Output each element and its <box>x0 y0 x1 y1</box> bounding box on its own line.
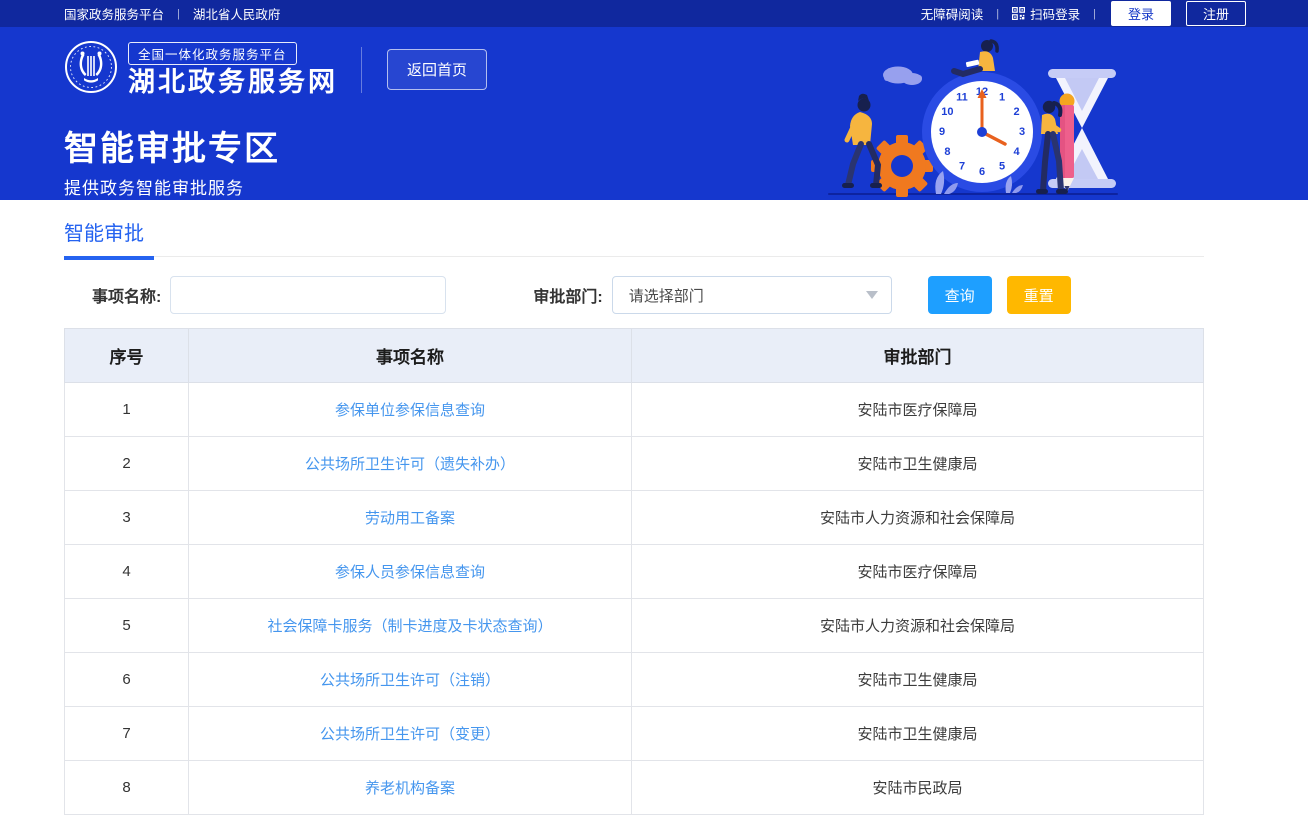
scan-login-link[interactable]: 扫码登录 <box>1030 4 1080 23</box>
register-button[interactable]: 注册 <box>1186 1 1246 26</box>
back-home-button[interactable]: 返回首页 <box>387 49 487 90</box>
row-department: 安陆市人力资源和社会保障局 <box>632 491 1204 545</box>
divider: | <box>1093 8 1096 20</box>
logo-text: 全国一体化政务服务平台 湖北政务服务网 <box>128 42 338 98</box>
item-link[interactable]: 公共场所卫生许可（注销） <box>320 672 500 689</box>
row-index: 4 <box>65 545 189 599</box>
svg-text:10: 10 <box>941 106 953 118</box>
svg-text:5: 5 <box>999 161 1005 173</box>
col-header-item-name: 事项名称 <box>189 329 632 383</box>
table-row: 3 劳动用工备案 安陆市人力资源和社会保障局 <box>65 491 1204 545</box>
table-row: 4 参保人员参保信息查询 安陆市医疗保障局 <box>65 545 1204 599</box>
row-index: 5 <box>65 599 189 653</box>
col-header-department: 审批部门 <box>632 329 1204 383</box>
row-department: 安陆市人力资源和社会保障局 <box>632 599 1204 653</box>
divider: | <box>996 8 999 20</box>
divider <box>361 47 362 93</box>
svg-text:4: 4 <box>1014 146 1021 158</box>
table-row: 8 养老机构备案 安陆市民政局 <box>65 761 1204 815</box>
topbar: 国家政务服务平台 | 湖北省人民政府 无障碍阅读 | <box>0 0 1308 27</box>
tab-bar: 智能审批 <box>64 200 1204 257</box>
item-link[interactable]: 公共场所卫生许可（遗失补办） <box>305 456 515 473</box>
sitting-person-shape <box>954 40 997 74</box>
topbar-link-hubei-gov[interactable]: 湖北省人民政府 <box>193 4 281 23</box>
platform-tag: 全国一体化政务服务平台 <box>128 42 297 65</box>
table-row: 1 参保单位参保信息查询 安陆市医疗保障局 <box>65 383 1204 437</box>
dept-select-value: 请选择部门 <box>629 285 704 306</box>
main-content: 智能审批 事项名称: 审批部门: 请选择部门 查询 重置 序号 事项名称 审批部… <box>64 200 1204 815</box>
svg-text:7: 7 <box>959 161 965 173</box>
site-emblem-icon <box>64 40 118 99</box>
login-button[interactable]: 登录 <box>1111 1 1171 26</box>
row-index: 2 <box>65 437 189 491</box>
col-header-index: 序号 <box>65 329 189 383</box>
dept-select[interactable]: 请选择部门 <box>612 276 892 314</box>
svg-text:9: 9 <box>939 126 945 138</box>
svg-text:8: 8 <box>944 146 950 158</box>
svg-text:11: 11 <box>956 91 968 103</box>
svg-text:6: 6 <box>979 166 985 178</box>
item-link[interactable]: 养老机构备案 <box>365 780 455 797</box>
walking-person-shape <box>842 94 882 188</box>
table-header-row: 序号 事项名称 审批部门 <box>65 329 1204 383</box>
item-name-label: 事项名称: <box>92 283 161 307</box>
item-name-input[interactable] <box>170 276 446 314</box>
qr-code-icon <box>1012 7 1025 20</box>
table-row: 6 公共场所卫生许可（注销） 安陆市卫生健康局 <box>65 653 1204 707</box>
svg-text:3: 3 <box>1019 126 1025 138</box>
table-row: 5 社会保障卡服务（制卡进度及卡状态查询） 安陆市人力资源和社会保障局 <box>65 599 1204 653</box>
item-link[interactable]: 社会保障卡服务（制卡进度及卡状态查询） <box>267 618 552 635</box>
item-link[interactable]: 公共场所卫生许可（变更） <box>320 726 500 743</box>
banner: 全国一体化政务服务平台 湖北政务服务网 返回首页 智能审批专区 提供政务智能审批… <box>0 27 1308 200</box>
row-department: 安陆市卫生健康局 <box>632 437 1204 491</box>
cloud-shape <box>883 67 922 86</box>
table-row: 2 公共场所卫生许可（遗失补办） 安陆市卫生健康局 <box>65 437 1204 491</box>
topbar-link-national-platform[interactable]: 国家政务服务平台 <box>64 4 164 23</box>
row-department: 安陆市医疗保障局 <box>632 383 1204 437</box>
topbar-left-links: 国家政务服务平台 | 湖北省人民政府 <box>64 4 280 23</box>
reset-button[interactable]: 重置 <box>1007 276 1071 314</box>
svg-text:1: 1 <box>999 91 1005 103</box>
row-index: 7 <box>65 707 189 761</box>
svg-text:2: 2 <box>1014 106 1020 118</box>
table-row: 7 公共场所卫生许可（变更） 安陆市卫生健康局 <box>65 707 1204 761</box>
row-department: 安陆市民政局 <box>632 761 1204 815</box>
item-link[interactable]: 劳动用工备案 <box>365 510 455 527</box>
row-index: 8 <box>65 761 189 815</box>
row-index: 3 <box>65 491 189 545</box>
item-link[interactable]: 参保单位参保信息查询 <box>335 402 485 419</box>
row-department: 安陆市医疗保障局 <box>632 545 1204 599</box>
row-index: 1 <box>65 383 189 437</box>
chevron-down-icon <box>866 291 878 299</box>
query-button[interactable]: 查询 <box>928 276 992 314</box>
banner-illustration: 121234567891011 <box>820 33 1120 199</box>
item-link[interactable]: 参保人员参保信息查询 <box>335 564 485 581</box>
topbar-right-links: 无障碍阅读 | 扫码登录 | <box>921 1 1246 26</box>
page-title: 智能审批专区 <box>64 121 280 170</box>
tab-smart-approval[interactable]: 智能审批 <box>64 217 154 260</box>
page-subtitle: 提供政务智能审批服务 <box>64 174 244 199</box>
row-department: 安陆市卫生健康局 <box>632 707 1204 761</box>
approval-items-table: 序号 事项名称 审批部门 1 参保单位参保信息查询 安陆市医疗保障局 2 公共场… <box>64 328 1204 815</box>
site-name: 湖北政务服务网 <box>128 68 338 98</box>
search-form: 事项名称: 审批部门: 请选择部门 查询 重置 <box>64 275 1204 315</box>
site-logo: 全国一体化政务服务平台 湖北政务服务网 返回首页 <box>64 40 487 99</box>
accessibility-link[interactable]: 无障碍阅读 <box>921 4 984 23</box>
dept-label: 审批部门: <box>533 283 602 307</box>
row-department: 安陆市卫生健康局 <box>632 653 1204 707</box>
divider: | <box>177 8 180 20</box>
row-index: 6 <box>65 653 189 707</box>
